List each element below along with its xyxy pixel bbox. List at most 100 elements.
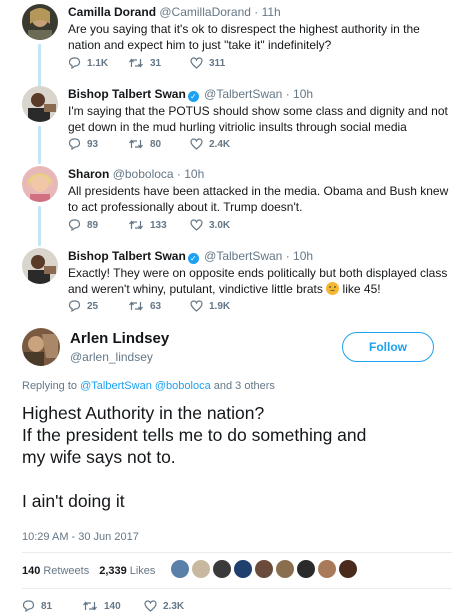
liker-avatar[interactable] bbox=[234, 560, 252, 578]
tweet-text-line: Highest Authority in the nation? bbox=[22, 403, 265, 423]
retweet-button[interactable]: 63 bbox=[128, 300, 190, 312]
retweets-label: Retweets bbox=[43, 565, 90, 577]
retweet-button[interactable]: 31 bbox=[128, 57, 190, 69]
author-handle[interactable]: @arlen_lindsey bbox=[70, 350, 153, 364]
reply-count: 93 bbox=[87, 138, 99, 150]
main-tweet-header: Arlen Lindsey @arlen_lindsey Follow bbox=[0, 322, 464, 378]
retweet-icon bbox=[129, 58, 143, 68]
like-button[interactable]: 311 bbox=[190, 57, 225, 69]
author-handle[interactable]: @TalbertSwan bbox=[204, 249, 282, 263]
tweet-text: Exactly! They were on opposite ends poli… bbox=[68, 265, 450, 297]
replying-suffix[interactable]: and 3 others bbox=[214, 380, 275, 392]
likes-stat[interactable]: 2,339 Likes bbox=[99, 565, 155, 577]
liker-avatar[interactable] bbox=[276, 560, 294, 578]
liker-avatar[interactable] bbox=[255, 560, 273, 578]
retweet-count: 63 bbox=[150, 300, 162, 312]
tweet-time[interactable]: · 10h bbox=[286, 87, 313, 101]
like-count: 2.4K bbox=[209, 138, 231, 150]
avatar[interactable] bbox=[22, 328, 60, 366]
tweet-time[interactable]: · 10h bbox=[286, 249, 313, 263]
retweets-stat[interactable]: 140 Retweets bbox=[22, 565, 89, 577]
verified-badge-icon: ✓ bbox=[187, 253, 199, 264]
retweet-count: 133 bbox=[150, 219, 167, 231]
replying-to: Replying to @TalbertSwan @boboloca and 3… bbox=[22, 380, 275, 392]
liker-avatar[interactable] bbox=[192, 560, 210, 578]
tweet-timestamp[interactable]: 10:29 AM - 30 Jun 2017 bbox=[22, 531, 139, 543]
retweet-icon bbox=[129, 220, 143, 230]
liker-avatar[interactable] bbox=[213, 560, 231, 578]
author-name[interactable]: Arlen Lindsey bbox=[70, 330, 169, 347]
reply-button[interactable]: 93 bbox=[68, 138, 128, 150]
reply-count: 89 bbox=[87, 219, 99, 231]
avatar[interactable] bbox=[22, 4, 58, 40]
retweet-icon bbox=[129, 301, 143, 311]
author-name[interactable]: Bishop Talbert Swan bbox=[68, 87, 186, 101]
like-button[interactable]: 2.4K bbox=[190, 138, 230, 150]
like-count: 311 bbox=[209, 57, 226, 69]
like-icon bbox=[190, 138, 203, 150]
liker-avatar[interactable] bbox=[339, 560, 357, 578]
reply-count: 81 bbox=[41, 600, 53, 612]
like-button[interactable]: 2.3K bbox=[144, 600, 184, 612]
thread-line bbox=[38, 44, 41, 88]
author-handle[interactable]: @CamillaDorand bbox=[159, 5, 251, 19]
tweet-text-part: like 45! bbox=[339, 282, 381, 296]
avatar[interactable] bbox=[22, 166, 58, 202]
avatar[interactable] bbox=[22, 86, 58, 122]
reply-count: 25 bbox=[87, 300, 99, 312]
like-icon bbox=[190, 219, 203, 231]
verified-badge-icon: ✓ bbox=[187, 91, 199, 102]
likes-count: 2,339 bbox=[99, 565, 127, 577]
like-count: 2.3K bbox=[163, 600, 185, 612]
retweets-count: 140 bbox=[22, 565, 41, 577]
like-button[interactable]: 1.9K bbox=[190, 300, 230, 312]
replying-user-link[interactable]: @boboloca bbox=[155, 380, 211, 392]
replying-prefix: Replying to bbox=[22, 380, 78, 392]
reply-button[interactable]: 81 bbox=[22, 600, 82, 612]
author-name[interactable]: Bishop Talbert Swan bbox=[68, 249, 186, 263]
avatar[interactable] bbox=[22, 248, 58, 284]
tweet-time[interactable]: · 10h bbox=[177, 167, 204, 181]
retweet-icon bbox=[129, 139, 143, 149]
tweet-text: I'm saying that the POTUS should show so… bbox=[68, 104, 448, 134]
engagement-stats: 140 Retweets 2,339 Likes bbox=[22, 565, 165, 577]
reply-icon bbox=[68, 57, 81, 69]
tweet-text-part: Exactly! They were on opposite ends poli… bbox=[68, 266, 448, 296]
reply-button[interactable]: 89 bbox=[68, 219, 128, 231]
author-name[interactable]: Camilla Dorand bbox=[68, 5, 156, 19]
liker-avatar[interactable] bbox=[297, 560, 315, 578]
reply-button[interactable]: 25 bbox=[68, 300, 128, 312]
retweet-button[interactable]: 80 bbox=[128, 138, 190, 150]
reply-icon bbox=[68, 300, 81, 312]
thread-line bbox=[38, 206, 41, 246]
tweet-text: All presidents have been attacked in the… bbox=[68, 184, 449, 214]
retweet-count: 80 bbox=[150, 138, 162, 150]
tweet-time[interactable]: · 11h bbox=[254, 5, 280, 19]
like-count: 3.0K bbox=[209, 219, 231, 231]
like-icon bbox=[190, 300, 203, 312]
like-count: 1.9K bbox=[209, 300, 231, 312]
retweet-count: 140 bbox=[104, 600, 121, 612]
thread-line bbox=[38, 126, 41, 164]
tweet-text-line bbox=[22, 468, 452, 490]
author-name[interactable]: Sharon bbox=[68, 167, 109, 181]
retweet-button[interactable]: 140 bbox=[82, 600, 144, 612]
reply-button[interactable]: 1.1K bbox=[68, 57, 128, 69]
liker-avatar[interactable] bbox=[318, 560, 336, 578]
tweet-text-line: I ain't doing it bbox=[22, 491, 125, 511]
reply-icon bbox=[68, 138, 81, 150]
like-button[interactable]: 3.0K bbox=[190, 219, 230, 231]
main-tweet-text: Highest Authority in the nation? If the … bbox=[22, 402, 452, 512]
liker-avatar[interactable] bbox=[171, 560, 189, 578]
author-handle[interactable]: @TalbertSwan bbox=[204, 87, 282, 101]
retweet-button[interactable]: 133 bbox=[128, 219, 190, 231]
replying-user-link[interactable]: @TalbertSwan bbox=[80, 380, 152, 392]
divider bbox=[22, 588, 452, 589]
reply-count: 1.1K bbox=[87, 57, 109, 69]
follow-button[interactable]: Follow bbox=[342, 332, 434, 362]
likers-avatars bbox=[171, 560, 360, 578]
author-handle[interactable]: @boboloca bbox=[113, 167, 174, 181]
retweet-count: 31 bbox=[150, 57, 162, 69]
divider bbox=[22, 552, 452, 553]
retweet-icon bbox=[83, 601, 97, 611]
